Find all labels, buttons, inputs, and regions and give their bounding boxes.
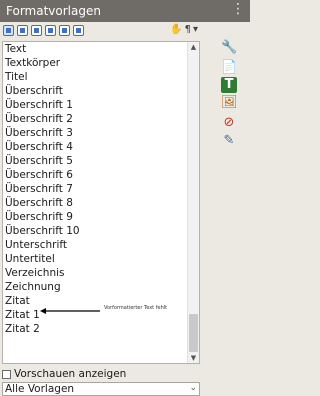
scroll-down-icon[interactable]: ▼ [188, 353, 199, 363]
style-item-ueberschrift-10[interactable]: Überschrift 10 [3, 224, 189, 238]
style-item-untertitel[interactable]: Untertitel [3, 252, 189, 266]
style-item-ueberschrift-3[interactable]: Überschrift 3 [3, 126, 189, 140]
styles-list: Text Textkörper Titel Überschrift Übersc… [2, 41, 200, 364]
style-item-textkoerper[interactable]: Textkörper [3, 56, 189, 70]
title-bar: Formatvorlagen ⋮ [0, 0, 250, 22]
character-styles-icon [20, 28, 25, 33]
page-icon[interactable]: 📄 [221, 60, 237, 76]
style-filter-value: Alle Vorlagen [5, 383, 75, 395]
preview-checkbox[interactable] [2, 369, 11, 379]
toolbar-right-controls: ✋ ¶ ▾ [170, 24, 198, 35]
style-item-ueberschrift-1[interactable]: Überschrift 1 [3, 98, 189, 112]
styles-panel: ✋ ¶ ▾ Text Textkörper Titel Überschrift … [0, 22, 208, 396]
new-style-icon[interactable]: ¶ [185, 24, 191, 35]
list-styles-icon [62, 28, 67, 33]
preview-toggle[interactable]: Vorschauen anzeigen [2, 367, 126, 381]
sidebar-deck: 🔧 📄 T 🖼 ⊘ ✎ [208, 22, 250, 375]
style-item-ueberschrift-6[interactable]: Überschrift 6 [3, 168, 189, 182]
list-styles-button[interactable] [59, 25, 70, 36]
navigator-icon[interactable]: ⊘ [221, 115, 237, 131]
style-item-ueberschrift-7[interactable]: Überschrift 7 [3, 182, 189, 196]
fill-format-icon[interactable]: ✋ [170, 24, 182, 35]
style-filter-select[interactable]: Alle Vorlagen ⌄ [2, 382, 200, 396]
style-category-toolbar: ✋ ¶ ▾ [0, 22, 208, 42]
chevron-down-icon[interactable]: ▾ [193, 24, 198, 35]
manage-changes-icon[interactable]: ✎ [221, 133, 237, 149]
paragraph-styles-icon [6, 28, 11, 33]
chevron-down-icon: ⌄ [189, 383, 197, 393]
style-item-zitat-2[interactable]: Zitat 2 [3, 322, 189, 336]
style-item-verzeichnis[interactable]: Verzeichnis [3, 266, 189, 280]
annotation-note: Vorformatierter Text fehlt [104, 305, 168, 311]
page-styles-icon [48, 28, 53, 33]
more-options-icon[interactable]: ⋮ [231, 1, 245, 17]
scrollbar-thumb[interactable] [189, 314, 198, 352]
table-styles-icon [76, 28, 81, 33]
style-item-text[interactable]: Text [3, 42, 189, 56]
style-item-ueberschrift-4[interactable]: Überschrift 4 [3, 140, 189, 154]
frame-styles-icon [34, 28, 39, 33]
character-styles-button[interactable] [17, 25, 28, 36]
style-item-titel[interactable]: Titel [3, 70, 189, 84]
table-styles-button[interactable] [73, 25, 84, 36]
properties-icon[interactable]: 🔧 [221, 40, 237, 56]
frame-styles-button[interactable] [31, 25, 42, 36]
style-item-ueberschrift-9[interactable]: Überschrift 9 [3, 210, 189, 224]
preview-label: Vorschauen anzeigen [14, 368, 127, 380]
style-item-ueberschrift-2[interactable]: Überschrift 2 [3, 112, 189, 126]
style-item-ueberschrift-8[interactable]: Überschrift 8 [3, 196, 189, 210]
panel-title: Formatvorlagen [6, 4, 101, 18]
styles-icon[interactable]: T [221, 77, 237, 93]
style-item-ueberschrift-5[interactable]: Überschrift 5 [3, 154, 189, 168]
gallery-icon[interactable]: 🖼 [221, 95, 238, 111]
scroll-up-icon[interactable]: ▲ [188, 42, 199, 52]
paragraph-styles-button[interactable] [3, 25, 14, 36]
style-item-ueberschrift[interactable]: Überschrift [3, 84, 189, 98]
style-item-unterschrift[interactable]: Unterschrift [3, 238, 189, 252]
page-styles-button[interactable] [45, 25, 56, 36]
styles-list-scrollbar[interactable]: ▲ ▼ [187, 42, 199, 363]
annotation-arrow [40, 308, 100, 314]
style-item-zeichnung[interactable]: Zeichnung [3, 280, 189, 294]
